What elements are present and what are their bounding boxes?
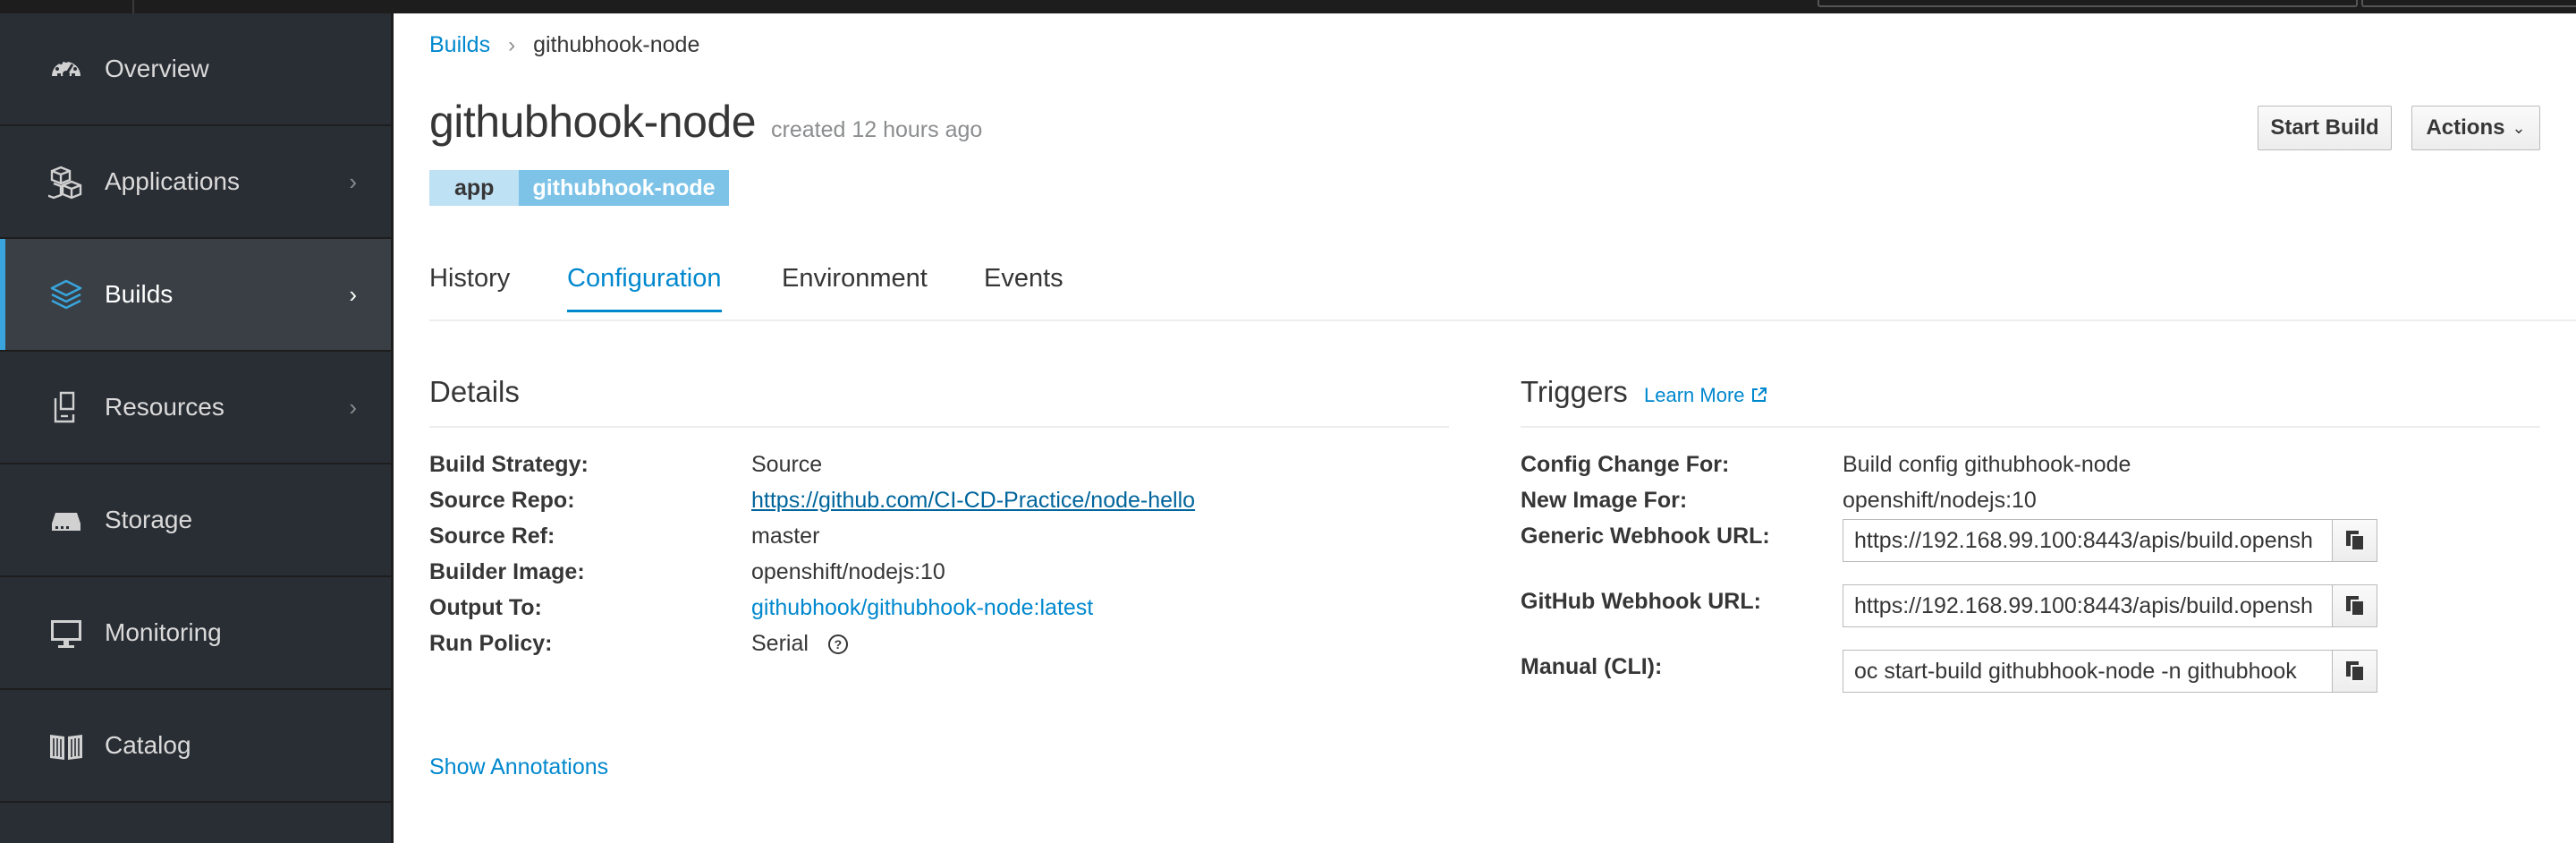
copy-button[interactable] [2333,584,2377,627]
monitor-icon [47,613,86,652]
sidebar-item-label: Resources [105,393,225,421]
manual-cli-copy-field [1843,650,2377,693]
show-annotations-link[interactable]: Show Annotations [429,754,608,780]
sidebar-item-overview[interactable]: Overview [0,13,391,126]
actions-label: Actions [2426,115,2505,140]
generic-webhook-copy-field [1843,519,2377,562]
page-title: githubhook-node [429,97,757,147]
label-key[interactable]: app [429,170,520,206]
main-content: Builds › githubhook-node githubhook-node… [394,13,2576,843]
label-tag[interactable]: app githubhook-node [429,170,729,206]
copy-button[interactable] [2333,650,2377,693]
breadcrumb-builds-link[interactable]: Builds [429,32,490,58]
navbar-user-menu[interactable] [2361,0,2576,7]
manual-cli-label: Manual (CLI): [1521,654,1663,679]
chevron-down-icon: ⌄ [2512,118,2526,137]
tab-environment[interactable]: Environment [782,264,928,310]
label-value[interactable]: githubhook-node [519,170,729,206]
navbar-project-selector[interactable] [1818,0,2358,7]
cubes-icon [47,162,86,201]
sidebar-item-catalog[interactable]: Catalog [0,690,391,803]
triggers-heading: Triggers [1521,375,1628,408]
chevron-right-icon: › [349,167,357,195]
run-policy-text: Serial [751,631,809,656]
details-divider [429,426,1449,428]
top-navbar [0,0,2576,13]
actions-dropdown-button[interactable]: Actions ⌄ [2411,106,2540,150]
build-strategy-label: Build Strategy: [429,452,589,477]
created-timestamp: created 12 hours ago [771,117,983,142]
sidebar-item-builds[interactable]: Builds › [0,239,391,352]
new-image-label: New Image For: [1521,488,1688,513]
learn-more-label: Learn More [1644,384,1745,406]
sidebar-item-label: Catalog [105,731,191,759]
generic-webhook-label: Generic Webhook URL: [1521,524,1770,549]
breadcrumb: Builds › githubhook-node [429,32,699,58]
start-build-label: Start Build [2270,115,2379,140]
hard-drive-icon [47,500,86,540]
generic-webhook-url-input[interactable] [1843,519,2333,562]
book-icon [47,726,86,765]
chevron-right-icon: › [349,280,357,308]
github-webhook-copy-field [1843,584,2377,627]
learn-more-link[interactable]: Learn More [1644,384,1768,407]
github-webhook-url-input[interactable] [1843,584,2333,627]
sidebar-item-monitoring[interactable]: Monitoring [0,577,391,690]
clipboard-icon [2345,661,2365,682]
sidebar-item-label: Overview [105,55,209,82]
tab-history[interactable]: History [429,264,510,310]
sidebar-item-label: Monitoring [105,618,222,646]
sidebar-item-applications[interactable]: Applications › [0,126,391,239]
sidebar-item-label: Storage [105,506,193,533]
start-build-button[interactable]: Start Build [2258,106,2392,150]
run-policy-value: Serial? [751,631,848,657]
resources-icon [47,387,86,427]
run-policy-label: Run Policy: [429,631,553,656]
external-link-icon [1751,387,1767,402]
output-to-label: Output To: [429,595,542,620]
config-change-value: Build config githubhook-node [1843,452,2131,477]
sidebar-item-storage[interactable]: Storage [0,464,391,577]
output-to-link[interactable]: githubhook/githubhook-node:latest [751,595,1093,621]
sidebar-item-label: Builds [105,280,174,308]
build-strategy-value: Source [751,452,823,477]
question-circle-icon[interactable]: ? [827,634,848,654]
source-repo-link[interactable]: https://github.com/CI-CD-Practice/node-h… [751,488,1195,514]
chevron-right-icon: › [349,393,357,421]
github-webhook-label: GitHub Webhook URL: [1521,589,1761,614]
navbar-divider [132,0,134,13]
breadcrumb-current: githubhook-node [533,32,700,57]
new-image-value: openshift/nodejs:10 [1843,488,2037,513]
layers-icon [47,275,86,314]
builder-image-label: Builder Image: [429,559,585,584]
tab-bar: History Configuration Environment Events [429,255,2576,321]
sidebar-item-resources[interactable]: Resources › [0,352,391,464]
source-ref-value: master [751,524,820,549]
source-ref-label: Source Ref: [429,524,555,549]
details-heading: Details [429,375,520,408]
tab-events[interactable]: Events [984,264,1063,310]
clipboard-icon [2345,596,2365,617]
sidebar-item-label: Applications [105,167,240,195]
source-repo-label: Source Repo: [429,488,575,513]
tab-configuration[interactable]: Configuration [567,264,722,312]
triggers-divider [1521,426,2540,428]
copy-button[interactable] [2333,519,2377,562]
manual-cli-input[interactable] [1843,650,2333,693]
breadcrumb-separator-icon: › [508,32,516,57]
sidebar: Overview Applications › Builds › Resourc… [0,13,393,843]
config-change-label: Config Change For: [1521,452,1730,477]
builder-image-value: openshift/nodejs:10 [751,559,945,584]
dashboard-icon [47,49,86,89]
clipboard-icon [2345,531,2365,551]
